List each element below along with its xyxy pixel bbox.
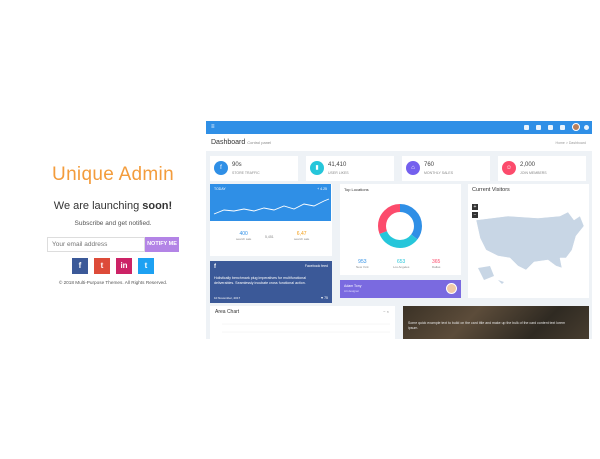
line-metric: 400 search sale bbox=[236, 231, 251, 241]
twitter-icon[interactable]: t bbox=[138, 258, 154, 274]
photo-card: Some quick example text to build on the … bbox=[403, 306, 589, 339]
profile-role: Art designer bbox=[344, 289, 360, 293]
social-links: f t in t bbox=[18, 258, 208, 274]
location-label: New York bbox=[356, 265, 369, 269]
subscribe-form: NOTIFY ME bbox=[18, 237, 208, 252]
location-label: Los Angeles bbox=[393, 265, 410, 269]
stat-label: MONTHLY SALES bbox=[424, 171, 454, 175]
gear-icon[interactable] bbox=[584, 125, 589, 130]
line-metric-value: 5,451 bbox=[265, 235, 274, 239]
search-icon[interactable] bbox=[524, 125, 529, 130]
copyright: © 2018 Multi-Purpose Themes. All Rights … bbox=[58, 280, 168, 285]
stat-label: STORE TRAFFIC bbox=[232, 171, 260, 175]
location-label: Dallas bbox=[432, 265, 441, 269]
mail-icon[interactable] bbox=[548, 125, 553, 130]
alaska-shape bbox=[478, 266, 494, 280]
launch-page: Unique Admin We are launching soon! Subs… bbox=[0, 0, 600, 459]
launch-text: We are launching bbox=[53, 200, 140, 212]
stat-label: JOIN MEMBERS bbox=[520, 171, 547, 175]
stat-card: ☺ 2,000 JOIN MEMBERS bbox=[498, 156, 586, 181]
subscribe-text: Subscribe and get notified. bbox=[74, 220, 152, 227]
donut-card-title: Top Locations bbox=[344, 187, 369, 192]
line-series bbox=[213, 198, 330, 215]
area-chart-card: Area Chart − × bbox=[210, 306, 395, 339]
stat-value: 90s bbox=[232, 162, 242, 168]
map-title: Current Visitors bbox=[472, 187, 510, 193]
facebook-icon: f bbox=[214, 264, 216, 270]
location-stat: 653 Los Angeles bbox=[393, 259, 409, 269]
facebook-feed-stats: ♥ 75 bbox=[321, 296, 328, 300]
hamburger-icon[interactable]: ≡ bbox=[211, 124, 215, 130]
avatar[interactable] bbox=[572, 123, 580, 131]
line-metric: 5,451 bbox=[265, 234, 274, 240]
area-chart-title: Area Chart bbox=[215, 309, 240, 315]
us-map bbox=[475, 211, 585, 284]
stat-card: f 90s STORE TRAFFIC bbox=[210, 156, 298, 181]
top-navbar: ≡ bbox=[206, 121, 592, 134]
line-metric-label: search sale bbox=[236, 237, 252, 241]
line-card-header: TODAY + 4.25 bbox=[210, 184, 331, 221]
bell-icon[interactable] bbox=[536, 125, 541, 130]
facebook-feed-date: 10 November, 2017 bbox=[214, 296, 241, 300]
stat-card: ▮ 41,410 USER LIKES bbox=[306, 156, 394, 181]
notify-button[interactable]: NOTIFY ME bbox=[145, 237, 179, 252]
stat-card: ⌂ 760 MONTHLY SALES bbox=[402, 156, 490, 181]
line-chart bbox=[213, 198, 330, 215]
stat-value: 2,000 bbox=[520, 162, 536, 168]
launch-promo: Unique Admin We are launching soon! Subs… bbox=[18, 164, 208, 285]
google-plus-icon[interactable]: t bbox=[94, 258, 110, 274]
top-locations-card: Top Locations 953 New York 653 Los Angel… bbox=[340, 184, 461, 275]
facebook-feed-title: Facebook feed bbox=[304, 264, 328, 268]
page-subtitle: Control panel bbox=[247, 140, 272, 145]
donut-chart bbox=[378, 204, 422, 248]
breadcrumb[interactable]: Home > Dashboard bbox=[556, 141, 586, 145]
launch-bold: soon! bbox=[142, 200, 173, 212]
email-input[interactable] bbox=[47, 237, 145, 252]
location-stat: 365 Dallas bbox=[432, 259, 440, 269]
brand-title: Unique Admin bbox=[52, 164, 174, 185]
stat-value: 760 bbox=[424, 162, 435, 168]
avatar bbox=[446, 283, 457, 294]
page-header: Dashboard Control panel Home > Dashboard bbox=[206, 134, 592, 151]
line-metric-label: search sale bbox=[294, 237, 310, 241]
facebook-icon[interactable]: f bbox=[72, 258, 88, 274]
area-chart-grid bbox=[222, 323, 390, 333]
hawaii-shape bbox=[498, 280, 504, 284]
photo-card-text: Some quick example text to build on the … bbox=[408, 321, 566, 330]
facebook-feed-body: Holistically benchmark plug imperatives … bbox=[214, 276, 307, 285]
current-visitors-card: Current Visitors + − bbox=[468, 184, 589, 298]
facebook-icon: f bbox=[214, 161, 228, 175]
stat-value: 41,410 bbox=[328, 162, 347, 168]
line-metric: 6,47 search sale bbox=[294, 231, 309, 241]
profile-name: Adam Tony bbox=[344, 284, 362, 288]
users-icon: ☺ bbox=[502, 161, 516, 175]
message-icon[interactable] bbox=[560, 125, 565, 130]
stat-label: USER LIKES bbox=[328, 171, 349, 175]
cart-icon: ⌂ bbox=[406, 161, 420, 175]
dashboard-preview: ≡ Dashboard Control panel Home > Dashboar… bbox=[206, 121, 592, 339]
facebook-feed-card: f Facebook feed Holistically benchmark p… bbox=[210, 261, 332, 303]
profile-card: Adam Tony Art designer bbox=[340, 280, 461, 298]
us-map-shape bbox=[475, 211, 585, 271]
card-controls[interactable]: − × bbox=[383, 309, 389, 314]
location-stat: 953 New York bbox=[356, 259, 369, 269]
page-title-text: Dashboard bbox=[211, 139, 246, 146]
chart-icon: ▮ bbox=[310, 161, 324, 175]
page-title: Dashboard Control panel bbox=[211, 139, 271, 146]
instagram-icon[interactable]: in bbox=[116, 258, 132, 274]
sales-line-card: TODAY + 4.25 400 search sale 5,451 6,47 … bbox=[210, 184, 332, 256]
launch-heading: We are launching soon! bbox=[18, 200, 208, 212]
